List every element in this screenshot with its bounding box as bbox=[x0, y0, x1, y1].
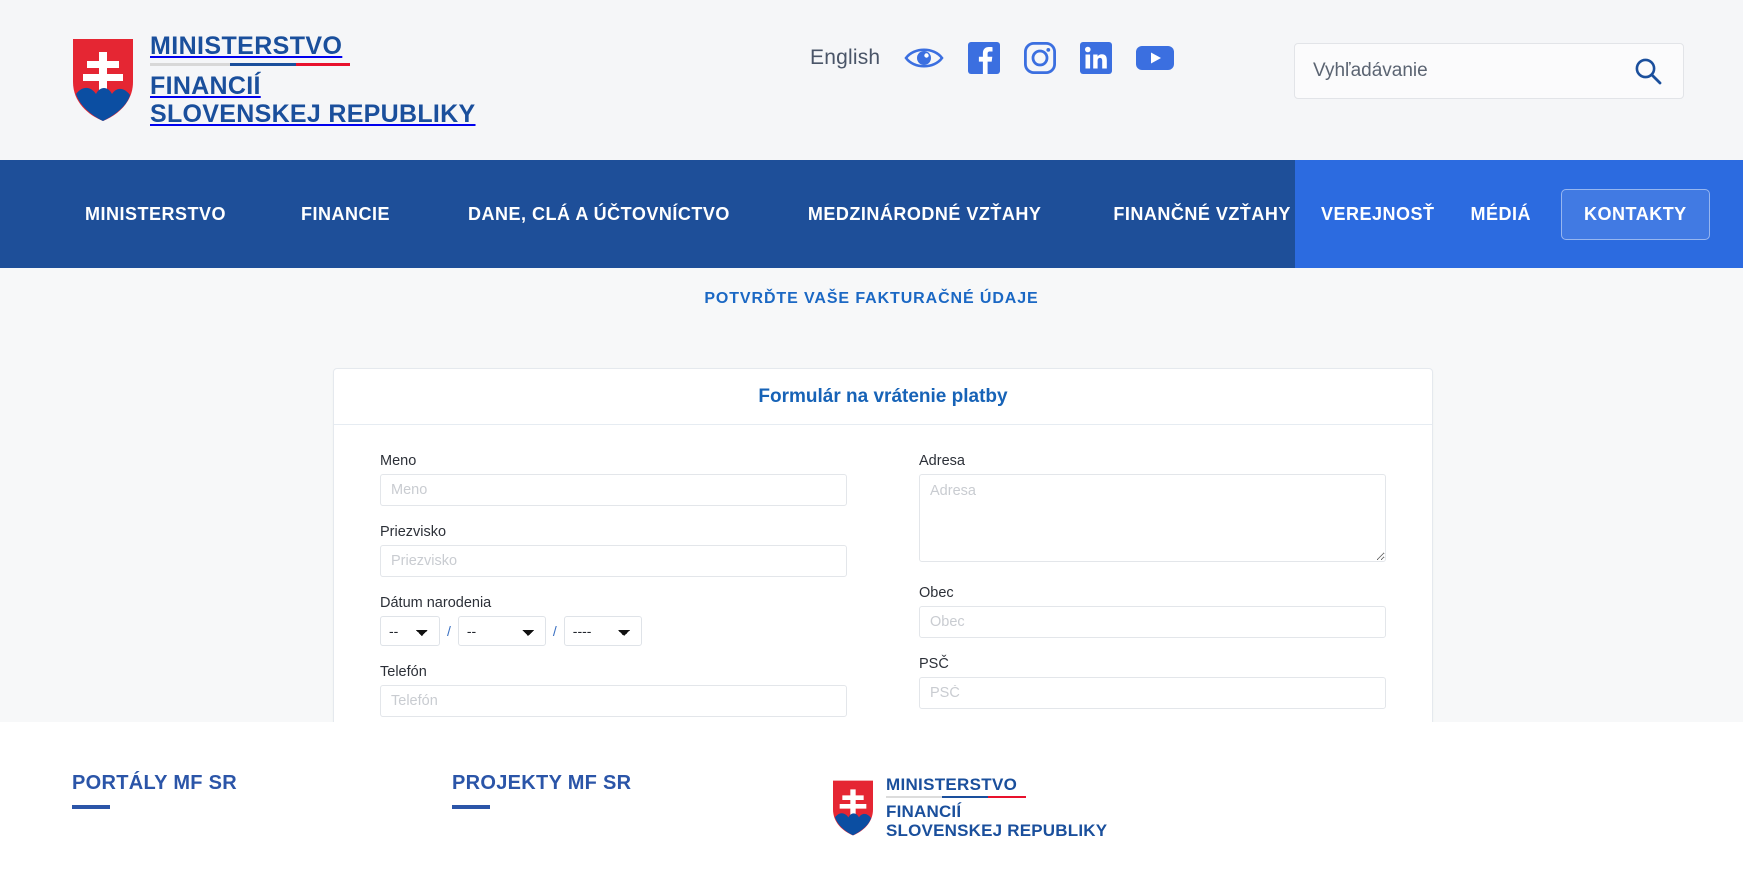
label-adresa: Adresa bbox=[919, 453, 965, 469]
field-meno: Meno bbox=[380, 453, 847, 506]
footer-column-portaly: PORTÁLY MF SR bbox=[72, 772, 452, 839]
footer-column-logo: MINISTERSTVO FINANCIÍ SLOVENSKEJ REPUBLI… bbox=[832, 772, 1107, 839]
footer-heading-projekty: PROJEKTY MF SR bbox=[452, 772, 632, 794]
label-obec: Obec bbox=[919, 585, 954, 601]
slovak-coat-of-arms-icon bbox=[73, 39, 133, 121]
field-priezvisko: Priezvisko bbox=[380, 524, 847, 577]
footer-column-projekty: PROJEKTY MF SR bbox=[452, 772, 832, 839]
instagram-icon[interactable] bbox=[1024, 42, 1057, 74]
form-title: Formulár na vrátenie platby bbox=[334, 369, 1432, 425]
input-meno[interactable] bbox=[380, 474, 847, 506]
field-telefon: Telefón bbox=[380, 664, 847, 717]
date-of-birth-group: -- / -- / ---- bbox=[380, 616, 847, 646]
input-psc[interactable] bbox=[919, 677, 1386, 709]
nav-item-medzinarodne-vztahy[interactable]: MEDZINÁRODNÉ VZŤAHY bbox=[808, 204, 1042, 225]
date-separator-2: / bbox=[552, 623, 557, 639]
logo-text: MINISTERSTVO FINANCIÍ SLOVENSKEJ REPUBLI… bbox=[150, 31, 476, 128]
accessibility-eye-icon[interactable] bbox=[904, 45, 944, 71]
nav-item-media[interactable]: MÉDIÁ bbox=[1471, 204, 1532, 225]
nav-item-dane-cla-uctovnictvo[interactable]: DANE, CLÁ A ÚČTOVNÍCTVO bbox=[468, 204, 730, 225]
breadcrumb: POTVRĎTE VAŠE FAKTURAČNÉ ÚDAJE bbox=[704, 290, 1039, 307]
field-datum-narodenia: Dátum narodenia -- / -- / ---- bbox=[380, 595, 847, 646]
slovak-coat-of-arms-icon bbox=[833, 780, 873, 835]
field-psc: PSČ bbox=[919, 656, 1386, 709]
label-datum-narodenia: Dátum narodenia bbox=[380, 595, 492, 611]
site-header: MINISTERSTVO FINANCIÍ SLOVENSKEJ REPUBLI… bbox=[0, 0, 1743, 160]
input-adresa[interactable] bbox=[919, 474, 1386, 562]
main-content: POTVRĎTE VAŠE FAKTURAČNÉ ÚDAJE Formulár … bbox=[0, 268, 1743, 796]
footer-columns: PORTÁLY MF SR PROJEKTY MF SR MINISTERSTV… bbox=[0, 722, 1743, 839]
footer-logo[interactable]: MINISTERSTVO FINANCIÍ SLOVENSKEJ REPUBLI… bbox=[832, 776, 1107, 839]
nav-item-financie[interactable]: FINANCIE bbox=[301, 204, 390, 225]
nav-item-ministerstvo[interactable]: MINISTERSTVO bbox=[85, 204, 226, 225]
label-psc: PSČ bbox=[919, 656, 949, 672]
footer-logo-text: MINISTERSTVO FINANCIÍ SLOVENSKEJ REPUBLI… bbox=[886, 776, 1107, 839]
search-input[interactable] bbox=[1295, 60, 1625, 82]
select-birth-month[interactable]: -- bbox=[457, 616, 546, 646]
footer-logo-line-3: SLOVENSKEJ REPUBLIKY bbox=[886, 821, 1108, 840]
input-obec[interactable] bbox=[919, 606, 1386, 638]
nav-item-verejnost[interactable]: VEREJNOSŤ bbox=[1321, 204, 1435, 225]
footer-heading-underline-2 bbox=[452, 805, 490, 809]
field-adresa: Adresa bbox=[919, 453, 1386, 567]
footer-heading-underline-1 bbox=[72, 805, 110, 809]
label-telefon: Telefón bbox=[380, 664, 427, 680]
youtube-icon[interactable] bbox=[1136, 44, 1175, 72]
logo-tricolor-rule bbox=[150, 62, 350, 66]
form-column-left: Meno Priezvisko Dátum narodenia -- / bbox=[344, 453, 883, 761]
select-birth-day[interactable]: -- bbox=[380, 616, 440, 646]
footer-logo-line-2: FINANCIÍ bbox=[886, 802, 962, 821]
form-column-right: Adresa Obec PSČ Overiť bbox=[883, 453, 1422, 761]
logo-line-3: SLOVENSKEJ REPUBLIKY bbox=[150, 99, 476, 128]
linkedin-icon[interactable] bbox=[1080, 42, 1113, 74]
search-box[interactable] bbox=[1294, 43, 1684, 99]
nav-item-kontakty[interactable]: KONTAKTY bbox=[1561, 188, 1710, 240]
input-telefon[interactable] bbox=[380, 685, 847, 717]
site-logo[interactable]: MINISTERSTVO FINANCIÍ SLOVENSKEJ REPUBLI… bbox=[72, 31, 476, 128]
footer-heading-portaly: PORTÁLY MF SR bbox=[72, 772, 238, 794]
header-utility-bar: English bbox=[810, 42, 1175, 74]
facebook-icon[interactable] bbox=[968, 42, 1001, 74]
search-icon[interactable] bbox=[1625, 56, 1683, 86]
footer-logo-line-1: MINISTERSTVO bbox=[886, 775, 1018, 794]
select-birth-year[interactable]: ---- bbox=[563, 616, 642, 646]
label-priezvisko: Priezvisko bbox=[380, 524, 447, 540]
input-priezvisko[interactable] bbox=[380, 545, 847, 577]
nav-primary-group: MINISTERSTVO FINANCIE DANE, CLÁ A ÚČTOVN… bbox=[0, 160, 1340, 268]
site-footer: PORTÁLY MF SR PROJEKTY MF SR MINISTERSTV… bbox=[0, 722, 1743, 878]
logo-line-1: MINISTERSTVO bbox=[150, 31, 343, 60]
footer-logo-tricolor-rule bbox=[886, 796, 1026, 798]
date-separator-1: / bbox=[447, 623, 451, 639]
language-switch-link[interactable]: English bbox=[810, 46, 880, 70]
logo-line-2: FINANCIÍ bbox=[150, 71, 261, 100]
main-navigation: MINISTERSTVO FINANCIE DANE, CLÁ A ÚČTOVN… bbox=[0, 160, 1743, 268]
field-obec: Obec bbox=[919, 585, 1386, 638]
nav-secondary-group: VEREJNOSŤ MÉDIÁ KONTAKTY bbox=[1295, 160, 1743, 268]
label-meno: Meno bbox=[380, 453, 417, 469]
